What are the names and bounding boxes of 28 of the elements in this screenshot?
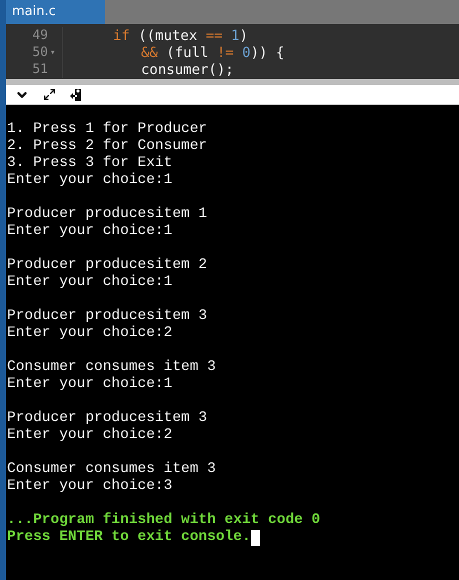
console-line: Producer producesitem 2 (7, 257, 208, 274)
expand-icon[interactable] (43, 88, 56, 101)
console-line: Press ENTER to exit console. (7, 529, 251, 546)
code-line: if ((mutex == 1) (113, 28, 248, 44)
console-line: Enter your choice:1 (7, 223, 172, 240)
code-line: consumer(); (141, 62, 234, 78)
line-number: 50 (32, 45, 48, 60)
line-number: 51 (32, 62, 48, 77)
console-line: Producer producesitem 3 (7, 410, 208, 427)
console-line: 1. Press 1 for Producer (7, 121, 208, 138)
console-line: Enter your choice:2 (7, 427, 172, 444)
exit-icon[interactable] (70, 88, 82, 102)
fold-toggle[interactable]: ▾ (50, 48, 58, 58)
console-line: Producer producesitem 1 (7, 206, 208, 223)
console-line: 2. Press 2 for Consumer (7, 138, 208, 155)
line-number: 49 (32, 28, 48, 43)
console-line: Producer producesitem 3 (7, 308, 208, 325)
console-line: 3. Press 3 for Exit (7, 155, 172, 172)
console-line: Consumer consumes item 3 (7, 359, 216, 376)
console-line: ...Program finished with exit code 0 (7, 512, 320, 529)
console-line: Enter your choice:1 (7, 274, 172, 291)
console-line: Enter your choice:1 (7, 376, 172, 393)
code-line: && (full != 0)) { (141, 44, 284, 60)
file-tab[interactable]: main.c (6, 0, 105, 24)
console-line: Enter your choice:1 (7, 172, 172, 189)
console-line: Enter your choice:2 (7, 325, 172, 342)
console-line: Consumer consumes item 3 (7, 461, 216, 478)
console-line: Enter your choice:3 (7, 478, 172, 495)
